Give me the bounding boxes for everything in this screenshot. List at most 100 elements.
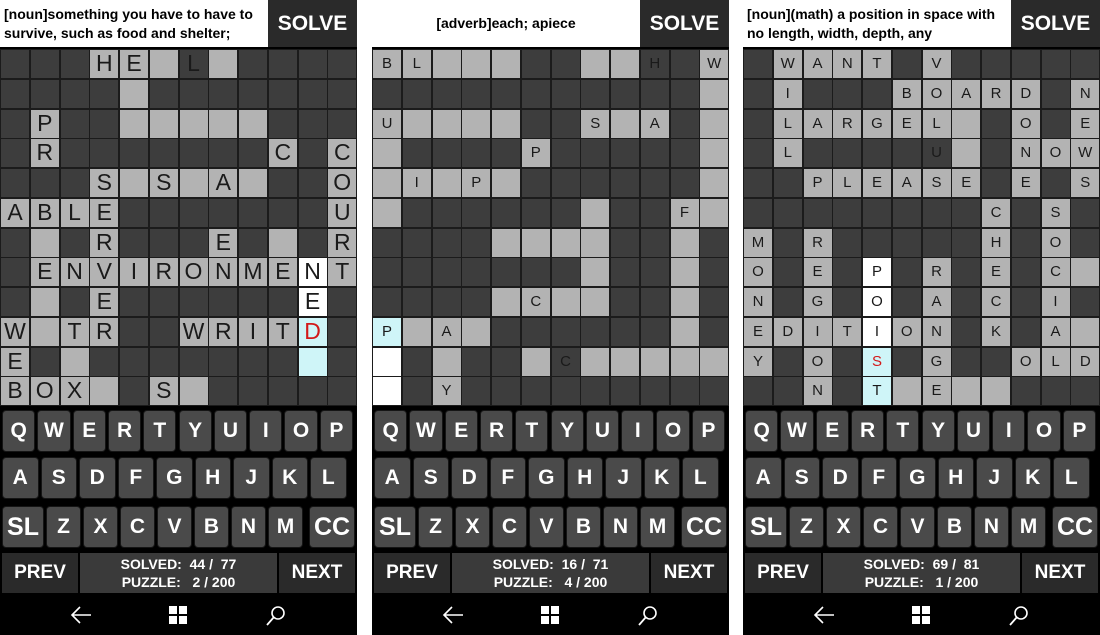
grid-cell[interactable]: O <box>862 287 892 317</box>
key-g[interactable]: G <box>156 457 193 499</box>
key-s[interactable]: S <box>783 457 820 499</box>
grid-cell[interactable] <box>431 346 462 377</box>
grid-cell[interactable]: E <box>29 257 60 288</box>
back-arrow-icon[interactable] <box>442 605 464 625</box>
grid-cell[interactable] <box>119 168 149 198</box>
grid-cell[interactable] <box>491 287 521 317</box>
grid-cell[interactable] <box>580 138 611 169</box>
grid-cell[interactable] <box>148 108 179 139</box>
grid-cell[interactable] <box>491 138 521 169</box>
grid-cell[interactable]: R <box>208 316 239 347</box>
grid-cell[interactable] <box>297 197 328 228</box>
grid-cell[interactable] <box>862 138 892 169</box>
grid-cell[interactable] <box>1070 316 1100 347</box>
key-m[interactable]: M <box>640 506 675 548</box>
grid-cell[interactable]: M <box>238 257 268 288</box>
grid-cell[interactable] <box>832 376 863 407</box>
grid-cell[interactable] <box>327 376 357 407</box>
grid-cell[interactable] <box>951 227 982 258</box>
grid-cell[interactable] <box>431 227 462 258</box>
grid-cell[interactable]: I <box>1040 287 1071 317</box>
grid-cell[interactable]: L <box>178 49 209 79</box>
grid-cell[interactable] <box>1040 108 1071 139</box>
key-z[interactable]: Z <box>418 506 453 548</box>
grid-cell[interactable]: D <box>772 316 803 347</box>
grid-cell[interactable] <box>267 376 298 407</box>
grid-cell[interactable] <box>550 49 581 79</box>
key-sl[interactable]: SL <box>745 506 787 548</box>
grid-cell[interactable]: C <box>267 138 298 169</box>
grid-cell[interactable] <box>461 346 492 377</box>
grid-cell[interactable] <box>327 316 357 347</box>
grid-cell[interactable] <box>699 346 729 377</box>
grid-cell[interactable] <box>699 197 729 228</box>
grid-cell[interactable]: S <box>580 108 611 139</box>
grid-cell[interactable] <box>491 168 521 198</box>
key-l[interactable]: L <box>1053 457 1090 499</box>
grid-cell[interactable] <box>1070 49 1100 79</box>
grid-cell[interactable] <box>208 346 239 377</box>
grid-cell[interactable] <box>148 138 179 169</box>
grid-cell[interactable] <box>267 287 298 317</box>
grid-cell[interactable]: O <box>1040 227 1071 258</box>
grid-cell[interactable] <box>297 138 328 169</box>
key-f[interactable]: F <box>860 457 897 499</box>
grid-cell[interactable] <box>461 287 492 317</box>
grid-cell[interactable] <box>639 376 670 407</box>
grid-cell[interactable]: E <box>981 257 1011 288</box>
grid-cell[interactable]: L <box>401 49 432 79</box>
grid-cell[interactable] <box>772 376 803 407</box>
grid-cell[interactable] <box>491 316 521 347</box>
grid-cell[interactable] <box>461 197 492 228</box>
grid-cell[interactable] <box>491 257 521 288</box>
grid-cell[interactable]: L <box>772 108 803 139</box>
grid-cell[interactable] <box>238 287 268 317</box>
grid-cell[interactable] <box>580 168 611 198</box>
grid-cell[interactable]: O <box>178 257 209 288</box>
grid-cell[interactable] <box>1040 168 1071 198</box>
grid-cell[interactable]: T <box>832 316 863 347</box>
key-sl[interactable]: SL <box>2 506 44 548</box>
grid-cell[interactable] <box>921 197 952 228</box>
grid-cell[interactable] <box>372 138 402 169</box>
grid-cell[interactable]: A <box>951 78 982 109</box>
grid-cell[interactable]: I <box>862 316 892 347</box>
grid-cell[interactable] <box>951 376 982 407</box>
grid-cell[interactable] <box>639 346 670 377</box>
grid-cell[interactable] <box>29 316 60 347</box>
grid-cell[interactable] <box>743 138 773 169</box>
grid-cell[interactable] <box>119 346 149 377</box>
grid-cell[interactable] <box>0 168 30 198</box>
grid-cell[interactable] <box>1010 197 1041 228</box>
grid-cell[interactable] <box>29 287 60 317</box>
grid-cell[interactable]: Y <box>431 376 462 407</box>
grid-cell[interactable] <box>802 78 833 109</box>
grid-cell[interactable]: A <box>802 49 833 79</box>
grid-cell[interactable] <box>610 49 640 79</box>
grid-cell[interactable] <box>327 49 357 79</box>
grid-cell[interactable] <box>148 316 179 347</box>
grid-cell[interactable] <box>431 138 462 169</box>
grid-cell[interactable] <box>59 138 90 169</box>
grid-cell[interactable]: U <box>372 108 402 139</box>
grid-cell[interactable]: E <box>921 376 952 407</box>
grid-cell[interactable]: E <box>0 346 30 377</box>
key-a[interactable]: A <box>374 457 411 499</box>
grid-cell[interactable] <box>580 78 611 109</box>
grid-cell[interactable] <box>461 376 492 407</box>
grid-cell[interactable] <box>550 257 581 288</box>
key-t[interactable]: T <box>886 410 920 452</box>
grid-cell[interactable] <box>891 346 922 377</box>
key-o[interactable]: O <box>284 410 318 452</box>
grid-cell[interactable] <box>59 108 90 139</box>
grid-cell[interactable]: L <box>921 108 952 139</box>
grid-cell[interactable] <box>610 78 640 109</box>
grid-cell[interactable] <box>981 49 1011 79</box>
search-icon[interactable] <box>637 605 659 627</box>
grid-cell[interactable]: D <box>1010 78 1041 109</box>
grid-cell[interactable] <box>520 316 551 347</box>
grid-cell[interactable] <box>0 138 30 169</box>
grid-cell[interactable] <box>0 257 30 288</box>
grid-cell[interactable] <box>1070 287 1100 317</box>
grid-cell[interactable] <box>550 287 581 317</box>
